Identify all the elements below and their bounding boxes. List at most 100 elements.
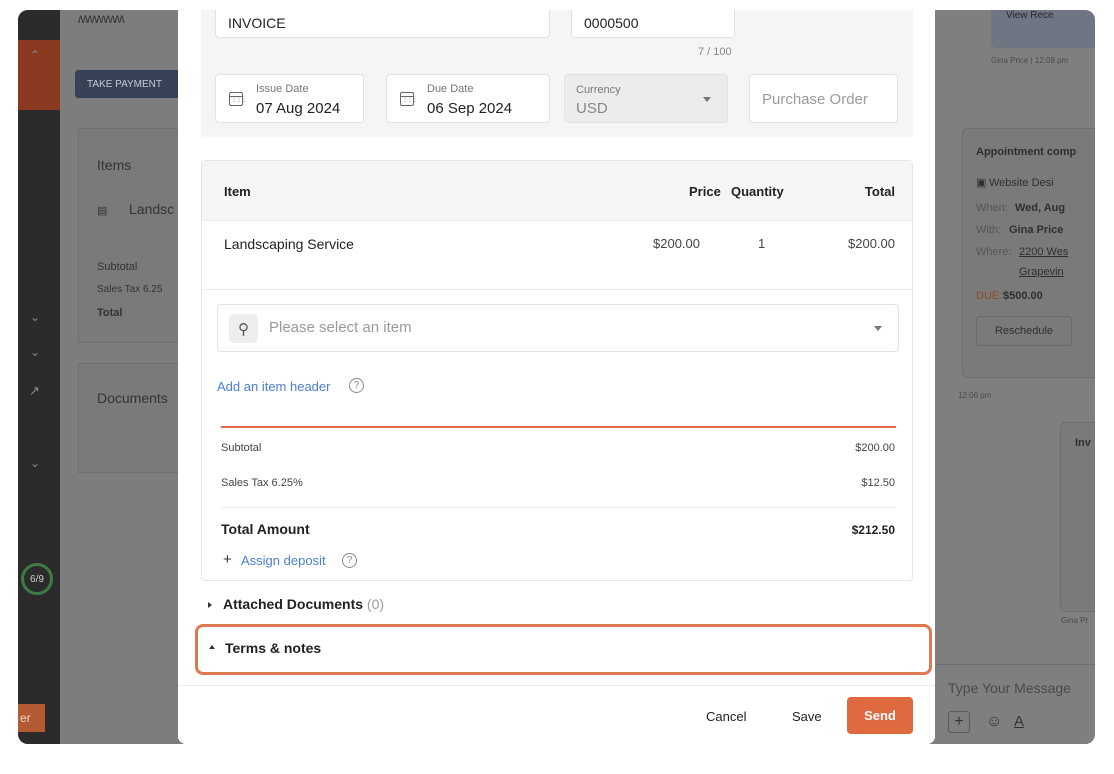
items-panel: Item Price Quantity Total Landscaping Se… xyxy=(201,160,913,581)
signature-graphic: ʍʍʍʍʍ xyxy=(78,10,125,26)
invoice-modal: INVOICE 7 / 100 0000500 Issue Date 07 Au… xyxy=(178,10,935,744)
appointment-when: Wed, Aug xyxy=(1015,202,1066,214)
app-frame: ⌃ ⌄ ⌄ ↗ ⌄ 6/9 er ʍʍʍʍʍ TAKE PAYMENT Item… xyxy=(18,10,1095,744)
column-price: Price xyxy=(689,184,721,199)
item-name: Landscaping Service xyxy=(224,236,354,252)
view-receipt-button[interactable]: View Rece xyxy=(1006,10,1054,21)
invoice-number-field[interactable]: 0000500 xyxy=(571,10,735,38)
attached-documents-count: (0) xyxy=(366,596,385,612)
sales-tax-label: Sales Tax 6.25% xyxy=(221,477,303,489)
total-amount-label: Total Amount xyxy=(221,521,310,537)
caret-up-icon xyxy=(209,645,215,649)
purchase-order-placeholder: Purchase Order xyxy=(762,91,868,108)
currency-select[interactable]: Currency USD xyxy=(564,74,728,123)
items-table-header: Item Price Quantity Total xyxy=(202,161,912,221)
help-icon[interactable]: ? xyxy=(349,378,364,393)
appointment-due-label: DUE: xyxy=(976,290,1003,302)
message-composer: Type Your Message + ☺ A xyxy=(936,664,1095,744)
sales-tax-value: $12.50 xyxy=(861,477,895,489)
background-items-card: Items ▤ Landsc Subtotal Sales Tax 6.25 T… xyxy=(78,128,188,343)
accent-divider xyxy=(221,426,896,428)
items-title: Items xyxy=(97,157,132,173)
attached-documents-label: Attached Documents xyxy=(223,596,364,612)
send-button[interactable]: Send xyxy=(847,697,913,734)
background-documents-card: Documents xyxy=(78,363,188,473)
due-date-field[interactable]: Due Date 06 Sep 2024 xyxy=(386,74,550,123)
select-item-dropdown[interactable]: ⚲ Please select an item xyxy=(217,304,899,352)
subtotal-label: Subtotal xyxy=(97,261,138,273)
item-quantity: 1 xyxy=(758,236,766,251)
cancel-button[interactable]: Cancel xyxy=(706,709,746,724)
currency-value: USD xyxy=(576,100,608,117)
invoice-preview-title: Inv xyxy=(1075,437,1091,449)
appointment-with: Gina Price xyxy=(1009,224,1064,236)
text-format-icon[interactable]: A xyxy=(1014,713,1024,730)
appointment-service: Website Desi xyxy=(989,177,1054,189)
left-sidebar: ⌃ ⌄ ⌄ ↗ ⌄ xyxy=(18,10,60,744)
appointment-when-label: When: xyxy=(976,202,1008,214)
chat-meta: Gina Price | 12:08 pm xyxy=(991,56,1069,65)
divider xyxy=(221,507,896,508)
caret-right-icon xyxy=(208,602,212,609)
due-date-value: 06 Sep 2024 xyxy=(427,100,513,117)
appointment-where-label: Where: xyxy=(976,246,1012,258)
calendar-icon: ▣ xyxy=(976,177,987,189)
total-label: Total xyxy=(97,307,123,319)
select-item-placeholder: Please select an item xyxy=(269,319,412,336)
invoice-preview-meta: Gina Pr xyxy=(1061,616,1089,625)
appointment-where-link[interactable]: 2200 Wes xyxy=(1019,246,1068,258)
issue-date-value: 07 Aug 2024 xyxy=(256,100,341,117)
documents-title: Documents xyxy=(97,390,168,406)
issue-date-label: Issue Date xyxy=(256,83,309,95)
chevron-down-icon xyxy=(874,326,882,331)
purchase-order-input[interactable]: Purchase Order xyxy=(749,74,898,123)
save-button[interactable]: Save xyxy=(792,709,822,724)
terms-notes-toggle[interactable]: Terms & notes xyxy=(195,624,932,675)
item-total: $200.00 xyxy=(848,236,895,251)
modal-footer: Cancel Save Send xyxy=(178,685,935,744)
subtotal-value: $200.00 xyxy=(855,442,895,454)
take-payment-button[interactable]: TAKE PAYMENT xyxy=(75,70,185,98)
terms-notes-label: Terms & notes xyxy=(225,640,322,656)
invoice-title-field[interactable]: INVOICE xyxy=(215,10,550,38)
add-item-header-link[interactable]: Add an item header xyxy=(217,379,330,394)
invoice-number-value: 0000500 xyxy=(584,15,639,31)
message-input[interactable]: Type Your Message xyxy=(948,680,1071,696)
item-row-name: Landsc xyxy=(129,201,175,217)
invoice-title-value: INVOICE xyxy=(228,15,286,31)
currency-label: Currency xyxy=(576,84,621,96)
total-amount-value: $212.50 xyxy=(851,523,895,537)
appointment-card: Appointment comp Website Desi ▣ When: We… xyxy=(962,128,1095,378)
chevron-down-icon[interactable]: ⌄ xyxy=(30,345,40,359)
invoice-details-section: INVOICE 7 / 100 0000500 Issue Date 07 Au… xyxy=(201,10,913,137)
calendar-icon xyxy=(400,92,417,106)
plus-icon[interactable]: + xyxy=(223,551,232,568)
help-icon[interactable]: ? xyxy=(342,553,357,568)
external-link-icon[interactable]: ↗ xyxy=(29,383,40,399)
chevron-down-icon[interactable]: ⌄ xyxy=(30,310,40,324)
emoji-icon[interactable]: ☺ xyxy=(986,713,1002,731)
column-item: Item xyxy=(224,184,251,199)
column-quantity: Quantity xyxy=(731,184,784,199)
calendar-icon xyxy=(229,92,246,106)
appointment-due: $500.00 xyxy=(1003,290,1043,302)
reschedule-button[interactable]: Reschedule xyxy=(976,316,1072,346)
appointment-with-label: With: xyxy=(976,224,1002,236)
chevron-up-icon[interactable]: ⌃ xyxy=(30,48,40,62)
due-date-label: Due Date xyxy=(427,83,474,95)
appointment-where-link-2[interactable]: Grapevin xyxy=(1019,266,1064,278)
plus-icon[interactable]: + xyxy=(948,711,970,733)
appointment-title: Appointment comp xyxy=(976,146,1077,158)
invoice-preview-card: Inv Gina Pr xyxy=(1060,422,1095,625)
attached-documents-toggle[interactable]: Attached Documents (0) xyxy=(208,596,384,612)
issue-date-field[interactable]: Issue Date 07 Aug 2024 xyxy=(215,74,364,123)
item-price: $200.00 xyxy=(653,236,700,251)
assign-deposit-link[interactable]: Assign deposit xyxy=(241,553,326,568)
invoice-icon: ▤ xyxy=(97,205,108,217)
subtotal-label: Subtotal xyxy=(221,442,262,454)
background-action-button[interactable]: er xyxy=(18,704,45,732)
title-char-counter: 7 / 100 xyxy=(698,46,732,58)
sales-tax-label: Sales Tax 6.25 xyxy=(97,284,163,295)
chat-time: 12:06 pm xyxy=(958,391,992,400)
chevron-down-icon[interactable]: ⌄ xyxy=(30,456,40,470)
